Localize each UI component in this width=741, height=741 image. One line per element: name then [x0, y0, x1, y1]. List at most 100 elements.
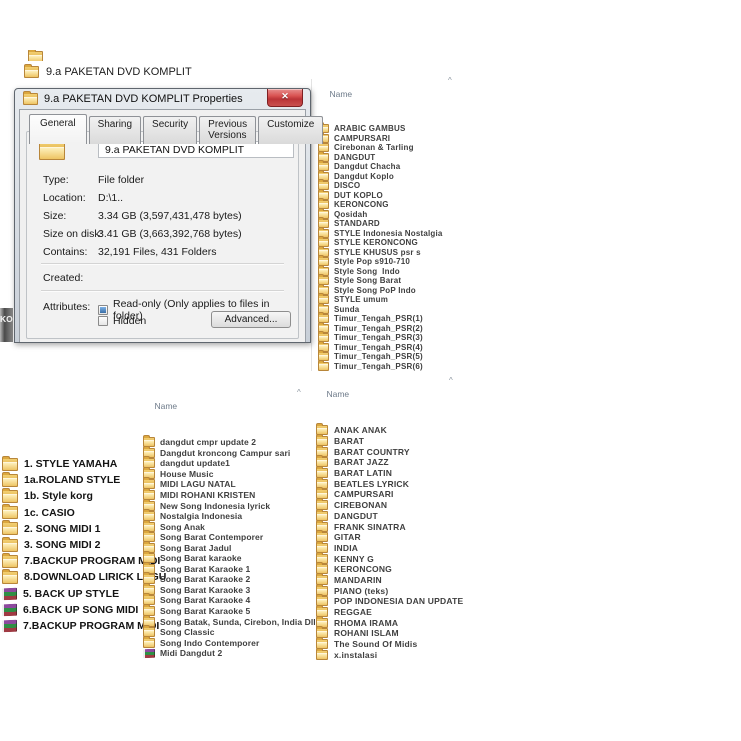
list-item[interactable]: Song Barat Contemporer [141, 532, 309, 543]
list-item[interactable]: Timur_Tengah_PSR(3) [318, 333, 465, 343]
column-header-name[interactable]: Name ^ [320, 79, 465, 119]
list-item[interactable]: KERONCONG [313, 564, 467, 575]
list-item[interactable]: Song Classic [141, 627, 309, 638]
list-item[interactable]: REGGAE [313, 607, 467, 618]
explorer-item-row[interactable]: 9.a PAKETAN DVD KOMPLIT [24, 66, 192, 78]
column-header-name[interactable]: Name ^ [145, 391, 309, 431]
list-item[interactable]: dangdut cmpr update 2 [141, 437, 309, 448]
list-item[interactable]: INDIA [313, 543, 467, 554]
list-item[interactable]: Midi Dangdut 2 [141, 648, 309, 659]
advanced-button[interactable]: Advanced... [211, 311, 291, 328]
list-item[interactable]: Song Barat Jadul [141, 542, 309, 553]
list-item[interactable]: The Sound Of Midis [313, 639, 467, 650]
list-item[interactable]: KENNY G [313, 553, 467, 564]
list-item[interactable]: Timur_Tengah_PSR(1) [318, 314, 465, 324]
list-item[interactable]: Style Song Indo [318, 267, 465, 277]
list-item[interactable]: New Song Indonesia lyrick [141, 500, 309, 511]
list-item[interactable]: Timur_Tengah_PSR(2) [318, 324, 465, 334]
list-item-label: Song Barat Jadul [160, 543, 232, 553]
list-item[interactable]: Timur_Tengah_PSR(6) [318, 362, 465, 372]
list-item[interactable]: Style Pop s910-710 [318, 257, 465, 267]
list-item[interactable]: Song Barat Karaoke 2 [141, 574, 309, 585]
list-item[interactable]: Sunda [318, 305, 465, 315]
list-item[interactable]: DISCO [318, 181, 465, 191]
list-item[interactable]: CIREBONAN [313, 500, 467, 511]
list-item[interactable]: 1. STYLE YAMAHA [2, 456, 142, 472]
list-item[interactable]: Song Batak, Sunda, Cirebon, India Dll [141, 616, 309, 627]
list-item[interactable]: ANAK ANAK [313, 425, 467, 436]
list-item[interactable]: STYLE KERONCONG [318, 238, 465, 248]
list-item[interactable]: ROHANI ISLAM [313, 628, 467, 639]
dialog-titlebar[interactable]: 9.a PAKETAN DVD KOMPLIT Properties ✕ [15, 89, 310, 109]
list-item[interactable]: MIDI ROHANI KRISTEN [141, 490, 309, 501]
list-item[interactable]: ARABIC GAMBUS [318, 124, 465, 134]
list-item-label: BARAT LATIN [334, 468, 392, 478]
close-button[interactable]: ✕ [267, 89, 303, 107]
list-item[interactable]: STANDARD [318, 219, 465, 229]
list-item[interactable]: Timur_Tengah_PSR(4) [318, 343, 465, 353]
list-item[interactable]: Song Indo Contemporer [141, 637, 309, 648]
list-item[interactable]: Song Barat Karaoke 5 [141, 606, 309, 617]
list-item[interactable]: Song Barat Karaoke 3 [141, 585, 309, 596]
property-value: 3.34 GB (3,597,431,478 bytes) [98, 210, 242, 222]
list-item[interactable]: 6.BACK UP SONG MIDI [2, 602, 142, 618]
list-item[interactable]: DANGDUT [318, 153, 465, 163]
tab[interactable]: General [29, 114, 87, 144]
list-item[interactable]: POP INDONESIA DAN UPDATE [313, 596, 467, 607]
list-item[interactable]: Style Song PoP Indo [318, 286, 465, 296]
list-item[interactable]: Style Song Barat [318, 276, 465, 286]
list-item[interactable]: Timur_Tengah_PSR(5) [318, 352, 465, 362]
list-item[interactable]: 1b. Style korg [2, 488, 142, 504]
list-item[interactable]: Dangdut Koplo [318, 172, 465, 182]
list-item[interactable]: 7.BACKUP PROGRAM MIDI [2, 618, 142, 634]
list-item[interactable]: Song Anak [141, 521, 309, 532]
list-item[interactable]: 2. SONG MIDI 1 [2, 521, 142, 537]
tab[interactable]: Security [143, 116, 197, 144]
list-item[interactable]: x.instalasi [313, 649, 467, 660]
list-item[interactable]: 5. BACK UP STYLE [2, 586, 142, 602]
folder-icon [316, 650, 328, 660]
list-item[interactable]: Song Barat karaoke [141, 553, 309, 564]
list-item[interactable]: BARAT JAZZ [313, 457, 467, 468]
list-item[interactable]: KERONCONG [318, 200, 465, 210]
tab[interactable]: Sharing [89, 116, 141, 144]
list-item[interactable]: 1a.ROLAND STYLE [2, 472, 142, 488]
list-item[interactable]: RHOMA IRAMA [313, 617, 467, 628]
list-item[interactable]: Nostalgia Indonesia [141, 511, 309, 522]
list-item[interactable]: BARAT [313, 436, 467, 447]
list-item[interactable]: 8.DOWNLOAD LIRICK LAGU [2, 569, 142, 585]
list-item[interactable]: CAMPURSARI [313, 489, 467, 500]
list-item[interactable]: PIANO (teks) [313, 585, 467, 596]
list-item[interactable]: STYLE umum [318, 295, 465, 305]
column-header-name[interactable]: Name ^ [317, 379, 467, 419]
list-item[interactable]: Dangdut kroncong Campur sari [141, 448, 309, 459]
list-item[interactable]: 7.BACKUP PROGRAM MIDI [2, 553, 142, 569]
list-item[interactable]: GITAR [313, 532, 467, 543]
list-item[interactable]: Cirebonan & Tarling [318, 143, 465, 153]
hidden-checkbox[interactable] [98, 316, 108, 326]
list-item-label: Timur_Tengah_PSR(1) [334, 314, 423, 323]
list-item[interactable]: MANDARIN [313, 575, 467, 586]
tab[interactable]: Customize [258, 116, 323, 144]
list-item[interactable]: BARAT COUNTRY [313, 446, 467, 457]
list-item[interactable]: Song Barat Karaoke 1 [141, 564, 309, 575]
readonly-checkbox[interactable] [98, 305, 108, 315]
list-item[interactable]: Qosidah [318, 210, 465, 220]
list-item[interactable]: House Music [141, 469, 309, 480]
list-item[interactable]: STYLE Indonesia Nostalgia [318, 229, 465, 239]
list-item[interactable]: FRANK SINATRA [313, 521, 467, 532]
tab[interactable]: Previous Versions [199, 116, 256, 144]
list-item[interactable]: 3. SONG MIDI 2 [2, 537, 142, 553]
list-item[interactable]: BARAT LATIN [313, 468, 467, 479]
list-item[interactable]: 1c. CASIO [2, 505, 142, 521]
list-item-label: KERONCONG [334, 200, 389, 209]
list-item[interactable]: MIDI LAGU NATAL [141, 479, 309, 490]
list-item[interactable]: BEATLES LYRICK [313, 478, 467, 489]
list-item[interactable]: STYLE KHUSUS psr s [318, 248, 465, 258]
list-item[interactable]: Song Barat Karaoke 4 [141, 595, 309, 606]
list-item[interactable]: Dangdut Chacha [318, 162, 465, 172]
list-item[interactable]: DUT KOPLO [318, 191, 465, 201]
list-item[interactable]: DANGDUT [313, 511, 467, 522]
list-item[interactable]: CAMPURSARI [318, 134, 465, 144]
list-item[interactable]: dangdut update1 [141, 458, 309, 469]
